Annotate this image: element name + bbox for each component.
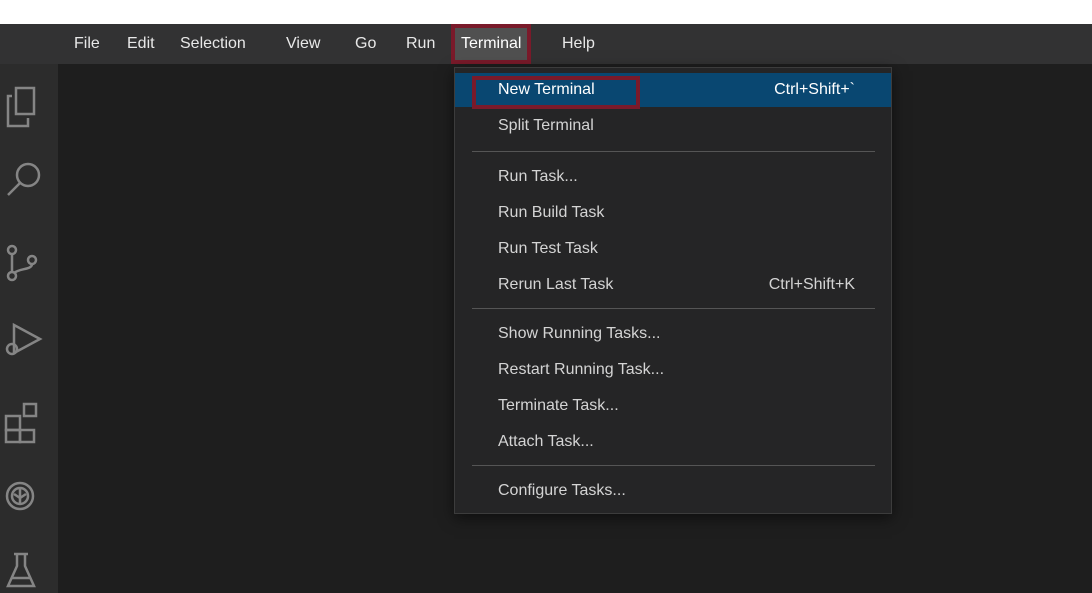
menu-item-label: Attach Task...: [498, 433, 594, 450]
run-debug-icon[interactable]: [0, 319, 48, 367]
menu-item-shortcut: Ctrl+Shift+`: [774, 81, 855, 98]
menu-item-terminate-task[interactable]: Terminate Task...: [455, 389, 891, 423]
menu-item-label: Split Terminal: [498, 117, 594, 134]
menu-item-label: Terminate Task...: [498, 397, 619, 414]
menu-item-label: Rerun Last Task: [498, 276, 614, 293]
menu-view[interactable]: View: [280, 24, 326, 64]
menu-item-new-terminal[interactable]: New Terminal Ctrl+Shift+`: [455, 73, 891, 109]
menu-item-label: New Terminal: [498, 81, 595, 98]
testing-icon[interactable]: [0, 548, 48, 593]
menu-bar: File Edit Selection View Go Run Terminal…: [0, 24, 1092, 64]
menu-edit[interactable]: Edit: [121, 24, 161, 64]
menu-item-rerun-last-task[interactable]: Rerun Last Task Ctrl+Shift+K: [455, 268, 891, 302]
activity-bar: [0, 64, 58, 593]
menu-item-run-build-task[interactable]: Run Build Task: [455, 196, 891, 230]
menu-item-label: Run Build Task: [498, 204, 605, 221]
menu-item-label: Run Task...: [498, 168, 578, 185]
menu-item-shortcut: Ctrl+Shift+K: [768, 276, 855, 293]
menu-item-configure-tasks[interactable]: Configure Tasks...: [455, 474, 891, 508]
menu-file[interactable]: File: [68, 24, 106, 64]
menu-item-restart-running-task[interactable]: Restart Running Task...: [455, 353, 891, 387]
menu-item-run-task[interactable]: Run Task...: [455, 160, 891, 194]
menu-separator: [472, 151, 875, 152]
menu-item-label: Show Running Tasks...: [498, 325, 661, 342]
explorer-icon[interactable]: [0, 84, 48, 132]
search-icon[interactable]: [0, 159, 48, 207]
menu-item-split-terminal[interactable]: Split Terminal: [455, 109, 891, 143]
menu-item-label: Configure Tasks...: [498, 482, 626, 499]
vscode-window: File Edit Selection View Go Run Terminal…: [0, 0, 1092, 593]
remote-icon[interactable]: [0, 476, 48, 524]
menu-item-run-test-task[interactable]: Run Test Task: [455, 232, 891, 266]
menu-help[interactable]: Help: [556, 24, 601, 64]
extensions-icon[interactable]: [0, 400, 48, 448]
menu-separator: [472, 308, 875, 309]
menu-item-label: Run Test Task: [498, 240, 598, 257]
menu-run[interactable]: Run: [400, 24, 441, 64]
menu-separator: [472, 465, 875, 466]
window-top-strip: [0, 0, 1092, 24]
menu-go[interactable]: Go: [349, 24, 382, 64]
menu-item-show-running-tasks[interactable]: Show Running Tasks...: [455, 317, 891, 351]
menu-item-label: Restart Running Task...: [498, 361, 665, 378]
menu-item-attach-task[interactable]: Attach Task...: [455, 425, 891, 459]
menu-terminal[interactable]: Terminal: [451, 24, 532, 64]
menu-selection[interactable]: Selection: [174, 24, 252, 64]
source-control-icon[interactable]: [0, 240, 48, 288]
terminal-menu-dropdown: New Terminal Ctrl+Shift+` Split Terminal…: [454, 67, 892, 514]
